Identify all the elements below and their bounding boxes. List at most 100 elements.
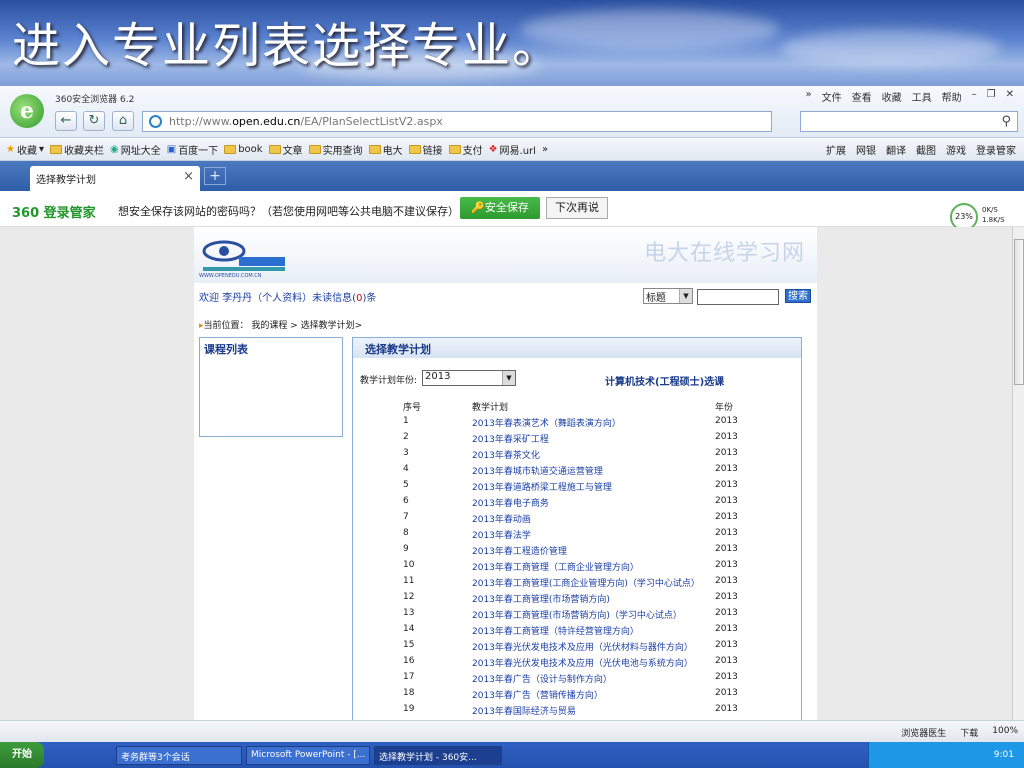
row-no: 11 xyxy=(403,576,415,586)
tab-plan-select[interactable]: 选择教学计划 × xyxy=(30,166,200,191)
row-no: 15 xyxy=(403,640,415,650)
ext-login[interactable]: 登录管家 xyxy=(976,142,1016,157)
row-year: 2013 xyxy=(715,656,738,666)
notif-text: 想安全保存该网站的密码吗？（若您使用网吧等公共电脑不建议保存） xyxy=(118,205,459,218)
row-plan-link[interactable]: 2013年春工商管理(市场营销方向)（学习中心试点） xyxy=(472,608,682,621)
menu-view[interactable]: 查看 xyxy=(852,89,872,104)
back-button[interactable]: ← xyxy=(55,111,77,131)
row-year: 2013 xyxy=(715,672,738,682)
fav-item[interactable]: 电大 xyxy=(368,142,403,157)
row-no: 10 xyxy=(403,560,415,570)
row-plan-link[interactable]: 2013年春表演艺术（舞蹈表演方向） xyxy=(472,416,621,429)
ext-screenshot[interactable]: 截图 xyxy=(916,142,936,157)
menu-help[interactable]: 帮助 xyxy=(942,89,962,104)
unread-suffix: )条 xyxy=(362,293,377,304)
row-plan-link[interactable]: 2013年春广告（设计与制作方向） xyxy=(472,672,612,685)
row-plan-link[interactable]: 2013年春工商管理(市场营销方向) xyxy=(472,592,610,605)
fav-item[interactable]: 支付 xyxy=(448,142,483,157)
new-tab-button[interactable]: + xyxy=(204,167,226,185)
fav-item[interactable]: 文章 xyxy=(268,142,303,157)
row-plan-link[interactable]: 2013年春动画 xyxy=(472,512,531,525)
row-no: 12 xyxy=(403,592,415,602)
row-no: 19 xyxy=(403,704,415,714)
breadcrumb: ▸当前位置： 我的课程 > 选择教学计划> xyxy=(199,321,363,331)
year-select[interactable]: 2013 ▼ xyxy=(422,370,516,386)
key-icon: 🔑 xyxy=(471,201,485,214)
downloads[interactable]: 下载 xyxy=(960,726,978,739)
task-chat[interactable]: 考务群等3个会话 xyxy=(116,746,242,765)
row-plan-link[interactable]: 2013年春法学 xyxy=(472,528,531,541)
start-button[interactable]: 开始 xyxy=(0,742,44,768)
status-bar: 浏览器医生 下载 100% xyxy=(0,720,1024,742)
row-plan-link[interactable]: 2013年春城市轨道交通运营管理 xyxy=(472,464,603,477)
ext-bank[interactable]: 网银 xyxy=(856,142,876,157)
browser-menu: » 文件 查看 收藏 工具 帮助 – ❐ ✕ xyxy=(806,89,1014,104)
row-no: 9 xyxy=(403,544,409,554)
page-search-input[interactable] xyxy=(697,289,779,305)
profile-link[interactable]: 欢迎 李丹丹（个人资料）未读信息( xyxy=(199,293,356,304)
row-plan-link[interactable]: 2013年春工程造价管理 xyxy=(472,544,567,557)
fav-item[interactable]: 链接 xyxy=(408,142,443,157)
ext-games[interactable]: 游戏 xyxy=(946,142,966,157)
menu-tools[interactable]: 工具 xyxy=(912,89,932,104)
folder-icon xyxy=(448,145,461,154)
refresh-button[interactable]: ↻ xyxy=(83,111,105,131)
zoom-level[interactable]: 100% xyxy=(992,726,1018,739)
row-year: 2013 xyxy=(715,416,738,426)
row-plan-link[interactable]: 2013年春国际经济与贸易 xyxy=(472,704,576,717)
fav-item[interactable]: ❖ 网易.url xyxy=(489,142,536,157)
folder-icon xyxy=(224,145,237,154)
fav-item[interactable]: ◉ 网址大全 xyxy=(110,142,161,157)
page-search-button[interactable]: 搜索 xyxy=(785,289,811,303)
row-plan-link[interactable]: 2013年春采矿工程 xyxy=(472,432,549,445)
page-scrollbar[interactable] xyxy=(1012,227,1024,720)
fav-item[interactable]: ★ 收藏 ▾ xyxy=(6,142,44,157)
row-plan-link[interactable]: 2013年春茶文化 xyxy=(472,448,540,461)
row-plan-link[interactable]: 2013年春电子商务 xyxy=(472,496,549,509)
task-browser[interactable]: 选择教学计划 - 360安... xyxy=(374,746,502,765)
fav-more[interactable]: » xyxy=(542,144,548,155)
search-field-select[interactable]: 标题 ▼ xyxy=(643,288,693,304)
row-plan-link[interactable]: 2013年春广告（营销传播方向） xyxy=(472,688,603,701)
menu-file[interactable]: 文件 xyxy=(822,89,842,104)
scroll-thumb[interactable] xyxy=(1014,239,1024,385)
tab-close-icon[interactable]: × xyxy=(183,169,194,184)
save-password-button[interactable]: 🔑安全保存 xyxy=(460,197,540,219)
row-plan-link[interactable]: 2013年春光伏发电技术及应用（光伏材料与器件方向） xyxy=(472,640,693,653)
restore-icon[interactable]: ❐ xyxy=(987,89,996,104)
web-content: WWW.OPENEDU.COM.CN 电大在线学习网 欢迎 李丹丹（个人资料）未… xyxy=(0,227,1012,720)
row-plan-link[interactable]: 2013年春工商管理（特许经营管理方向） xyxy=(472,624,639,637)
fav-item[interactable]: book xyxy=(224,144,263,155)
row-year: 2013 xyxy=(715,464,738,474)
minimize-icon[interactable]: – xyxy=(972,89,977,104)
row-plan-link[interactable]: 2013年春工商管理(工商企业管理方向)（学习中心试点） xyxy=(472,576,700,589)
row-no: 8 xyxy=(403,528,409,538)
logo-url: WWW.OPENEDU.COM.CN xyxy=(199,273,262,279)
menu-more[interactable]: » xyxy=(806,89,812,104)
course-list-panel: 课程列表 xyxy=(199,337,343,437)
dropdown-arrow-icon: ▼ xyxy=(502,371,515,385)
row-year: 2013 xyxy=(715,688,738,698)
row-plan-link[interactable]: 2013年春工商管理（工商企业管理方向） xyxy=(472,560,639,573)
browser-logo-icon: e xyxy=(10,94,44,128)
search-icon[interactable]: ⚲ xyxy=(1001,114,1011,129)
row-plan-link[interactable]: 2013年春道路桥梁工程施工与管理 xyxy=(472,480,612,493)
task-powerpoint[interactable]: Microsoft PowerPoint - [... xyxy=(246,746,370,765)
fav-item[interactable]: 实用查询 xyxy=(308,142,363,157)
address-text[interactable]: http://www.open.edu.cn/EA/PlanSelectList… xyxy=(169,115,443,128)
row-plan-link[interactable]: 2013年春光伏发电技术及应用（光伏电池与系统方向） xyxy=(472,656,693,669)
menu-favorites[interactable]: 收藏 xyxy=(882,89,902,104)
ext-translate[interactable]: 翻译 xyxy=(886,142,906,157)
close-icon[interactable]: ✕ xyxy=(1006,89,1014,104)
home-button[interactable]: ⌂ xyxy=(112,111,134,131)
fav-item[interactable]: 收藏夹栏 xyxy=(50,142,104,157)
ext-extensions[interactable]: 扩展 xyxy=(826,142,846,157)
folder-icon xyxy=(308,145,321,154)
browser-doctor[interactable]: 浏览器医生 xyxy=(901,726,946,739)
fav-item[interactable]: ▣ 百度一下 xyxy=(167,142,218,157)
row-year: 2013 xyxy=(715,704,738,714)
later-button[interactable]: 下次再说 xyxy=(546,197,608,219)
browser-search-input[interactable]: ⚲ xyxy=(800,111,1018,132)
browser-version: 360安全浏览器 6.2 xyxy=(55,95,135,105)
address-bar[interactable]: http://www.open.edu.cn/EA/PlanSelectList… xyxy=(142,111,772,132)
